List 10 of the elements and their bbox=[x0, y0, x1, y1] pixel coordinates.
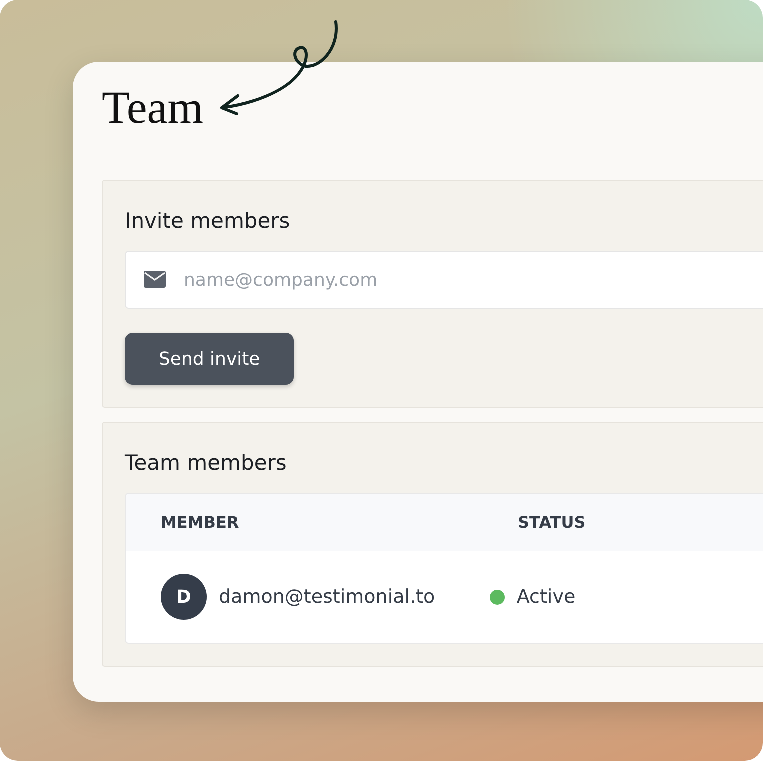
status-text: Active bbox=[516, 586, 576, 608]
avatar: D bbox=[161, 574, 207, 620]
page-title: Team bbox=[102, 81, 204, 135]
column-header: STATUS bbox=[518, 513, 587, 532]
section-heading: Team members bbox=[125, 450, 287, 477]
email-field[interactable]: name@company.com bbox=[125, 251, 763, 309]
section-heading: Invite members bbox=[125, 208, 290, 235]
member-email: damon@testimonial.to bbox=[219, 586, 436, 608]
send-invite-button[interactable]: Send invite bbox=[125, 333, 294, 385]
column-header: MEMBER bbox=[160, 513, 240, 532]
